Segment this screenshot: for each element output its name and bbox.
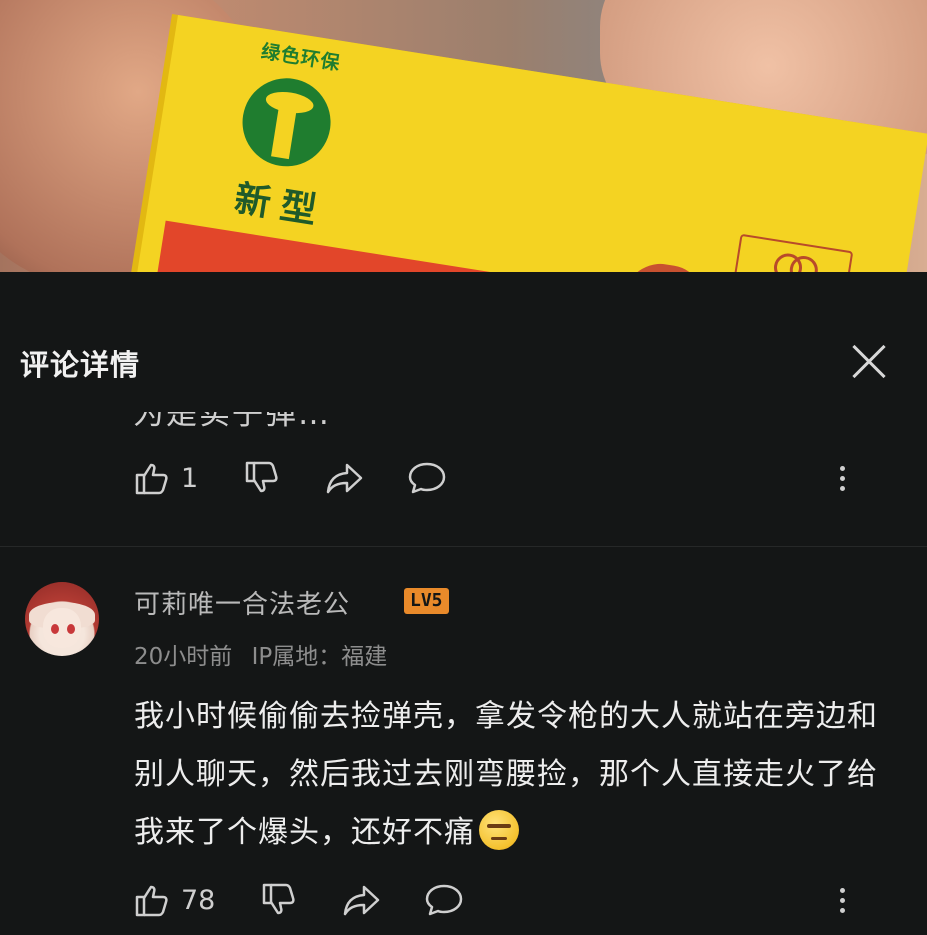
comment-location: IP属地：福建 [251,644,388,670]
user-level-badge: LV5 [404,588,449,614]
more-options-icon[interactable] [832,880,852,920]
dislike-button[interactable] [243,458,281,498]
reply-button[interactable] [424,880,464,920]
thumbs-down-icon [263,883,295,915]
comment-meta: 20小时前 IP属地：福建 [134,637,387,671]
comment-actions: 78 [133,880,464,920]
like-count: 1 [181,462,199,494]
share-button[interactable] [325,458,365,498]
like-button[interactable]: 1 [133,458,198,498]
video-preview[interactable]: 绿色环保 新型 [0,0,927,272]
box-new-type-label: 新型 [231,178,330,234]
thumbs-up-icon [135,885,168,917]
previous-comment-actions: 1 [133,458,447,498]
comment-detail-header: 评论详情 [0,272,927,412]
page-title: 评论详情 [20,348,141,382]
share-icon [344,885,380,916]
comment-username[interactable]: 可莉唯一合法老公 [134,584,350,621]
like-button[interactable]: 78 [133,880,215,920]
comment-bubble-icon [426,884,463,916]
box-figure-graphic [608,257,715,272]
comment-time: 20小时前 [134,644,233,670]
comment-bubble-icon [408,462,446,494]
dislike-button[interactable] [260,880,298,920]
comment-text: 我小时候偷偷去捡弹壳，拿发令枪的大人就站在旁边和别人聊天，然后我过去刚弯腰捡，那… [134,688,904,862]
share-button[interactable] [342,880,382,920]
thumbs-up-icon [135,463,168,495]
thumbs-down-icon [245,461,278,493]
box-eco-logo [236,71,337,173]
box-eco-label: 绿色环保 [259,40,343,75]
more-options-icon[interactable] [832,458,852,498]
close-icon[interactable] [843,336,895,388]
share-icon [326,463,363,494]
avatar[interactable] [25,582,99,656]
eye-roll-emoji-icon [479,810,519,850]
divider [0,546,927,547]
like-count: 78 [181,884,216,916]
reply-button[interactable] [407,458,447,498]
